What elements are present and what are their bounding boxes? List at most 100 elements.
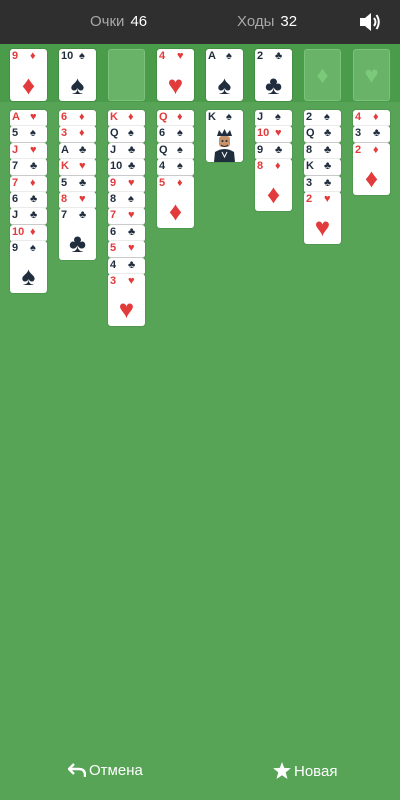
speaker-icon [360,13,380,31]
card-rank: K [208,111,216,123]
tableau-card[interactable]: 3 ♥ ♥ [108,274,145,326]
card-rank: 9 [110,177,117,189]
tableau-card[interactable]: K ♥ [59,159,96,176]
card-center-suit-icon: ♦ [266,179,281,209]
tableau-card[interactable]: J ♣ [10,208,47,225]
tableau-card[interactable]: 9 ♣ [255,143,292,160]
tableau-card[interactable]: 6 ♦ [59,110,96,127]
card-suit-icon: ♠ [324,111,330,123]
card-suit-icon: ♦ [177,177,183,189]
card-suit-icon: ♠ [128,127,134,139]
card-rank: 2 [355,144,362,156]
tableau-card[interactable]: K ♣ [304,159,341,176]
tableau-card[interactable]: Q ♠ [157,143,194,160]
sound-toggle-button[interactable] [358,11,382,33]
tableau-card[interactable]: 4 ♣ [108,258,145,275]
tableau-card[interactable]: 6 ♠ [157,126,194,143]
foundation-card[interactable]: 2 ♣ ♣ [255,49,292,101]
tableau-card[interactable]: 5 ♥ [108,241,145,258]
tableau-card[interactable]: A ♣ [59,143,96,160]
card-rank: 9 [12,242,19,254]
tableau-card[interactable]: 10 ♥ [255,126,292,143]
tableau-card[interactable]: J ♣ [108,143,145,160]
card-suit-icon: ♠ [226,111,232,123]
tableau-card[interactable]: 10 ♣ [108,159,145,176]
card-suit-icon: ♣ [30,209,38,221]
tableau-card[interactable]: 5 ♦ ♦ [157,176,194,228]
new-game-label: Новая [294,763,338,780]
tableau-card[interactable]: K ♦ [108,110,145,127]
tableau-card[interactable]: J ♠ [255,110,292,127]
undo-button[interactable]: Отмена [67,762,143,779]
card-suit-icon: ♦ [79,111,85,123]
tableau-card[interactable]: 6 ♣ [10,192,47,209]
card-suit-icon: ♠ [177,144,183,156]
tableau-card[interactable]: 3 ♣ [304,176,341,193]
tableau-card[interactable]: Q ♦ [157,110,194,127]
tableau-card[interactable]: 8 ♥ [59,192,96,209]
undo-icon [67,763,87,777]
moves-value: 32 [280,13,298,30]
card-rank: 7 [12,177,19,189]
tableau-card[interactable]: 9 ♠ ♠ [10,241,47,293]
foundation-empty-slot[interactable]: ♦ [304,49,341,101]
foundation-suit-icon: ♦ [316,62,329,89]
tableau-card[interactable]: 7 ♥ [108,208,145,225]
tableau-card[interactable]: 9 ♥ [108,176,145,193]
tableau-card[interactable]: 4 ♦ [353,110,390,127]
tableau-card[interactable]: 8 ♠ [108,192,145,209]
card-rank: 3 [306,177,313,189]
tableau-card[interactable]: 7 ♣ ♣ [59,208,96,260]
card-rank: 2 [306,111,313,123]
card-suit-icon: ♠ [226,50,232,62]
card-rank: 10 [257,127,270,139]
tableau-card[interactable]: 8 ♦ ♦ [255,159,292,211]
freecell-empty-slot[interactable] [108,49,145,101]
tableau-card[interactable]: 8 ♣ [304,143,341,160]
undo-label: Отмена [89,762,143,779]
card-suit-icon: ♥ [79,193,86,205]
card-suit-icon: ♣ [79,209,87,221]
foundation-card[interactable]: 4 ♥ ♥ [157,49,194,101]
card-center-suit-icon: ♦ [168,196,183,226]
tableau-card[interactable]: Q ♠ [108,126,145,143]
card-rank: 3 [355,127,362,139]
tableau-card[interactable]: 10 ♦ [10,225,47,242]
tableau-card[interactable]: 5 ♠ [10,126,47,143]
tableau-card[interactable]: Q ♣ [304,126,341,143]
card-rank: 7 [110,209,117,221]
card-rank: 8 [110,193,117,205]
tableau-card[interactable]: 2 ♠ [304,110,341,127]
card-rank: K [306,160,314,172]
card-center-suit-icon: ♥ [314,212,331,242]
card-suit-icon: ♥ [128,209,135,221]
tableau-card[interactable]: 2 ♥ ♥ [304,192,341,244]
freecell-card[interactable]: 10 ♠ ♠ [59,49,96,101]
card-suit-icon: ♠ [128,193,134,205]
card-rank: 6 [110,226,117,238]
tableau-card[interactable]: A ♥ [10,110,47,127]
card-suit-icon: ♥ [128,242,135,254]
card-suit-icon: ♥ [177,50,184,62]
tableau-card[interactable]: 5 ♣ [59,176,96,193]
tableau-card[interactable]: 7 ♦ [10,176,47,193]
card-suit-icon: ♦ [30,50,36,62]
freecell-card[interactable]: 9 ♦ ♦ [10,49,47,101]
card-rank: 8 [306,144,313,156]
new-game-button[interactable]: Новая [273,762,337,780]
tableau-card[interactable]: 6 ♣ [108,225,145,242]
tableau-card[interactable]: 3 ♦ [59,126,96,143]
foundation-card[interactable]: A ♠ ♠ [206,49,243,101]
tableau-card[interactable]: 3 ♣ [353,126,390,143]
tableau-card[interactable]: 7 ♣ [10,159,47,176]
score-label: Очки [90,13,125,30]
foundation-empty-slot[interactable]: ♥ [353,49,390,101]
card-suit-icon: ♣ [373,127,381,139]
card-suit-icon: ♠ [79,50,85,62]
tableau-card[interactable]: J ♥ [10,143,47,160]
tableau-card[interactable]: 2 ♦ ♦ [353,143,390,195]
tableau-card[interactable]: 4 ♠ [157,159,194,176]
tableau-card[interactable]: K ♠ [206,110,243,162]
card-rank: 5 [12,127,19,139]
card-suit-icon: ♠ [30,242,36,254]
